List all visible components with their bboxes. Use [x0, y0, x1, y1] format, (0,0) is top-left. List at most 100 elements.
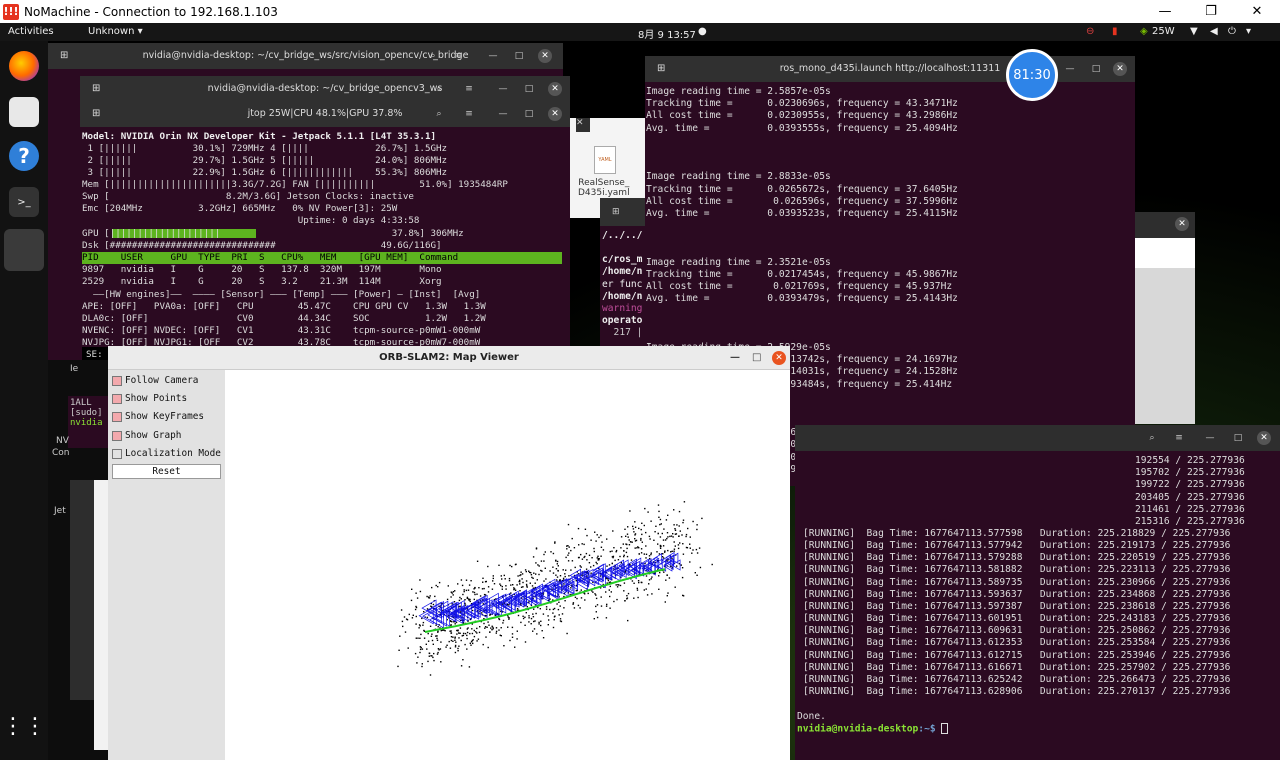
map-point	[696, 528, 698, 531]
chevron-down-icon[interactable]: ▾	[1246, 26, 1251, 37]
map-point	[423, 611, 425, 613]
minimize-icon[interactable]: —	[496, 107, 510, 121]
file-name-label[interactable]: RealSense_ D435i.yaml	[578, 178, 630, 198]
map-point	[600, 546, 603, 548]
new-tab-icon[interactable]: ⊞	[92, 108, 100, 120]
menu-icon[interactable]: ≡	[462, 107, 476, 121]
follow-camera-option[interactable]: Follow Camera	[112, 375, 198, 386]
close-icon[interactable]: ✕	[1175, 217, 1189, 231]
menu-icon[interactable]: ≡	[452, 49, 466, 63]
terminal-titlebar[interactable]: ⊞ ros_mono_d435i.launch http://localhost…	[645, 56, 1135, 82]
map-point	[487, 591, 490, 593]
minimize-icon[interactable]: —	[1203, 431, 1217, 445]
fragment-text: er func	[602, 278, 643, 290]
search-icon[interactable]: ⌕	[426, 49, 440, 63]
power-mode-label[interactable]: 25W	[1152, 26, 1175, 37]
map-point	[411, 617, 414, 619]
minimize-icon[interactable]: —	[486, 49, 500, 63]
maximize-icon[interactable]: □	[512, 49, 526, 63]
map-point	[492, 575, 494, 577]
map-point	[482, 581, 484, 583]
map-point	[463, 589, 465, 591]
maximize-icon[interactable]: □	[1231, 431, 1245, 445]
help-icon[interactable]: ?	[9, 141, 39, 171]
close-icon[interactable]: ✕	[548, 82, 562, 96]
map-point	[581, 543, 583, 545]
new-tab-icon[interactable]: ⊞	[92, 83, 100, 95]
terminal-titlebar[interactable]: ⊞ nvidia@nvidia-desktop: ~/cv_bridge_ws/…	[48, 43, 563, 69]
new-tab-icon[interactable]: ⊞	[60, 50, 68, 62]
terminal-icon[interactable]: >_	[9, 187, 39, 217]
new-tab-icon[interactable]: ⊞	[612, 206, 620, 218]
menu-icon[interactable]: ≡	[462, 82, 476, 96]
activities-button[interactable]: Activities	[8, 26, 54, 37]
localization-mode-checkbox[interactable]	[112, 448, 122, 459]
map-point	[498, 629, 500, 631]
nvidia-tray-icon[interactable]: ◈	[1140, 26, 1148, 37]
power-icon[interactable]: ⏻	[1228, 26, 1236, 37]
maximize-icon[interactable]: □	[522, 82, 536, 96]
menu-icon[interactable]: ≡	[1172, 431, 1186, 445]
map-point	[557, 608, 560, 611]
close-icon[interactable]: ✕	[1113, 62, 1127, 76]
map-point	[596, 563, 598, 565]
map-point	[594, 531, 596, 533]
terminal-output: [RUNNING] Bag Time: 1677647113.577598 Du…	[803, 528, 1273, 698]
stop-icon[interactable]: ⊖	[1086, 26, 1094, 37]
wifi-icon[interactable]: ▼	[1190, 26, 1198, 37]
search-icon[interactable]: ⌕	[432, 82, 446, 96]
floating-timer[interactable]: 81:30	[1006, 49, 1058, 101]
app-menu[interactable]: Unknown ▾	[88, 26, 143, 37]
search-icon[interactable]: ⌕	[432, 107, 446, 121]
terminal-titlebar[interactable]: ⊞ jtop 25W|CPU 48.1%|GPU 37.8% ⌕ ≡ — □ ✕	[80, 101, 570, 127]
map-point	[552, 572, 555, 574]
map-point	[689, 547, 691, 549]
clock[interactable]: 8月 9 13:57	[638, 26, 696, 41]
minimize-icon[interactable]: —	[730, 352, 740, 363]
terminal-titlebar[interactable]: ⌕ ≡ — □ ✕	[795, 425, 1280, 451]
localization-mode-option[interactable]: Localization Mode	[112, 448, 221, 459]
maximize-icon[interactable]: □	[522, 107, 536, 121]
search-icon[interactable]: ⌕	[1145, 431, 1159, 445]
process-row[interactable]: 2529 nvidia I G 20 S 3.2 21.3M 114M Xorg	[82, 276, 442, 288]
reset-button[interactable]: Reset	[112, 464, 221, 479]
minimize-icon[interactable]: —	[1063, 62, 1077, 76]
follow-camera-checkbox[interactable]	[112, 375, 122, 386]
map-viewer-titlebar[interactable]: ORB-SLAM2: Map Viewer — □ ✕	[108, 346, 790, 370]
minimize-icon[interactable]: —	[496, 82, 510, 96]
show-points-checkbox[interactable]	[112, 393, 122, 404]
shell-prompt[interactable]: nvidia@nvidia-desktop:~$	[797, 723, 949, 735]
terminal-titlebar[interactable]: ⊞ nvidia@nvidia-desktop: ~/cv_bridge_ope…	[80, 76, 570, 102]
show-graph-checkbox[interactable]	[112, 430, 122, 441]
map-point	[426, 648, 428, 650]
close-icon[interactable]: ✕	[576, 118, 590, 132]
close-icon[interactable]: ✕	[538, 49, 552, 63]
restore-button[interactable]: ❐	[1188, 0, 1234, 23]
close-icon[interactable]: ✕	[548, 107, 562, 121]
map-point	[532, 556, 535, 558]
map-point	[501, 585, 503, 588]
nomachine-tray-icon[interactable]: ▮	[1112, 26, 1118, 37]
firefox-icon[interactable]	[9, 51, 39, 81]
maximize-icon[interactable]: □	[1089, 62, 1103, 76]
new-tab-icon[interactable]: ⊞	[657, 63, 665, 75]
show-apps-icon[interactable]: ⋮⋮	[2, 711, 46, 741]
active-app-icon[interactable]	[4, 229, 44, 271]
process-row[interactable]: 9897 nvidia I G 20 S 137.8 320M 197M Mon…	[82, 264, 442, 276]
map-canvas[interactable]	[225, 370, 790, 760]
maximize-icon[interactable]: □	[752, 352, 761, 363]
show-keyframes-checkbox[interactable]	[112, 411, 122, 422]
close-icon[interactable]: ✕	[772, 351, 786, 365]
show-graph-option[interactable]: Show Graph	[112, 430, 181, 441]
map-point	[540, 620, 542, 622]
close-icon[interactable]: ✕	[1257, 431, 1271, 445]
map-point	[613, 600, 615, 603]
yaml-file-icon[interactable]: YAML	[594, 146, 616, 174]
show-keyframes-option[interactable]: Show KeyFrames	[112, 411, 204, 422]
minimize-button[interactable]: —	[1142, 0, 1188, 23]
volume-icon[interactable]: ◀	[1210, 26, 1218, 37]
files-icon[interactable]	[9, 97, 39, 127]
show-points-option[interactable]: Show Points	[112, 393, 187, 404]
close-button[interactable]: ✕	[1234, 0, 1280, 23]
map-point	[666, 595, 668, 597]
